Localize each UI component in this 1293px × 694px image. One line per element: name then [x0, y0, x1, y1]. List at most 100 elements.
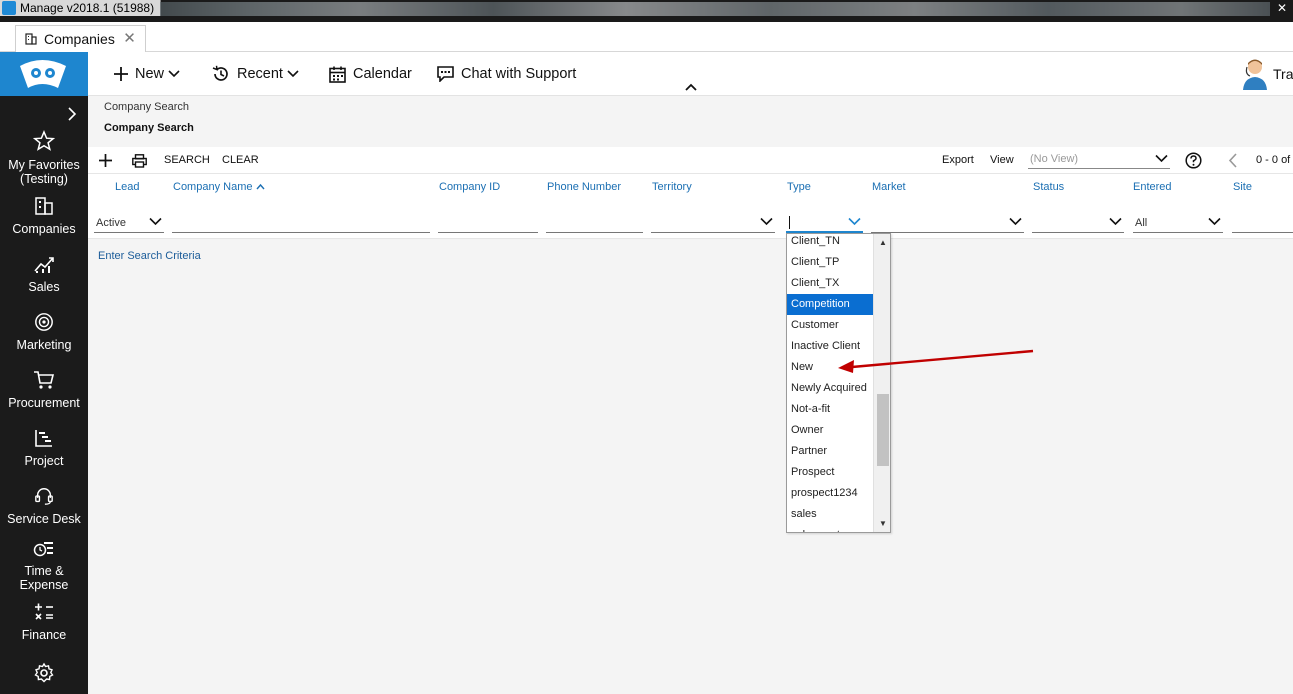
dropdown-option[interactable]: sales customer	[787, 525, 874, 532]
scroll-down-icon[interactable]: ▼	[879, 519, 887, 528]
clear-button[interactable]: CLEAR	[222, 147, 259, 174]
tab-close-icon[interactable]: ✕	[123, 26, 136, 52]
page-title: Company Search	[104, 122, 194, 134]
company-id-filter-input[interactable]	[438, 215, 538, 233]
sidebar-item-procurement[interactable]: Procurement	[0, 370, 88, 410]
market-filter-select[interactable]	[871, 215, 1024, 233]
column-site[interactable]: Site	[1233, 181, 1252, 193]
sidebar-item-finance[interactable]: Finance	[0, 602, 88, 642]
entered-filter-select[interactable]: All	[1133, 215, 1223, 233]
dropdown-option[interactable]: Competition	[787, 294, 874, 315]
sidebar-item-settings[interactable]	[0, 662, 88, 690]
column-market[interactable]: Market	[872, 181, 906, 193]
sidebar-item-label: Procurement	[8, 396, 80, 410]
scrollbar-thumb[interactable]	[877, 394, 889, 466]
window-close-icon[interactable]: ✕	[1277, 0, 1287, 16]
calendar-button[interactable]: Calendar	[329, 52, 412, 96]
column-lead[interactable]: Lead	[115, 181, 139, 193]
dropdown-scrollbar[interactable]: ▲ ▼	[873, 234, 890, 532]
chevron-up-icon[interactable]	[684, 80, 698, 94]
entered-filter-value: All	[1135, 217, 1148, 229]
export-button[interactable]: Export	[942, 147, 974, 174]
chat-support-button[interactable]: Chat with Support	[437, 52, 576, 96]
building-icon	[35, 197, 53, 215]
sidebar-item-label: Finance	[21, 628, 67, 642]
sidebar-item-label: Time & Expense	[19, 564, 69, 592]
sidebar-item-service-desk[interactable]: Service Desk	[0, 486, 88, 526]
search-button[interactable]: SEARCH	[164, 147, 210, 174]
breadcrumb-parent[interactable]: Company Search	[104, 101, 189, 113]
dropdown-option[interactable]: prospect1234	[787, 483, 874, 504]
sidebar-item-sales[interactable]: Sales	[0, 254, 88, 294]
lead-filter-value: Active	[96, 217, 126, 229]
target-icon	[35, 313, 53, 331]
print-icon[interactable]	[132, 154, 147, 168]
sort-ascending-icon	[256, 183, 265, 190]
add-icon[interactable]	[99, 154, 112, 167]
lead-filter-select[interactable]: Active	[94, 215, 164, 233]
dropdown-options: Client_TN Client_TP Client_TX Competition Cu…	[787, 234, 874, 532]
site-filter-input[interactable]	[1232, 215, 1293, 233]
dropdown-option[interactable]: Partner	[787, 441, 874, 462]
tab-label: Companies	[44, 31, 115, 47]
dropdown-option[interactable]: Not-a-fit	[787, 399, 874, 420]
window-title-text: Manage v2018.1 (51988)	[20, 1, 155, 15]
sidebar-item-marketing[interactable]: Marketing	[0, 312, 88, 352]
column-status[interactable]: Status	[1033, 181, 1064, 193]
column-label: Company Name	[173, 181, 253, 193]
recent-button[interactable]: Recent	[212, 52, 299, 96]
type-filter-select[interactable]	[786, 215, 863, 233]
column-entered[interactable]: Entered	[1133, 181, 1172, 193]
calendar-icon	[329, 66, 346, 83]
document-tab-strip: Companies ✕	[0, 22, 1293, 53]
scroll-up-icon[interactable]: ▲	[879, 238, 887, 247]
sidebar-item-label: Companies	[12, 222, 76, 236]
dropdown-option[interactable]: Client_TX	[787, 273, 874, 294]
chart-icon	[34, 257, 54, 273]
sidebar-item-companies[interactable]: Companies	[0, 196, 88, 236]
column-headers: Lead Company Name Company ID Phone Numbe…	[88, 174, 1293, 206]
user-menu[interactable]: Tra	[1233, 56, 1293, 92]
column-territory[interactable]: Territory	[652, 181, 692, 193]
sidebar-item-project[interactable]: Project	[0, 428, 88, 468]
type-dropdown-list[interactable]: Client_TN Client_TP Client_TX Competition Cu…	[786, 233, 891, 533]
dropdown-option[interactable]: Owner	[787, 420, 874, 441]
phone-number-filter-input[interactable]	[546, 215, 643, 233]
dropdown-option[interactable]: sales	[787, 504, 874, 525]
sidebar-item-label: Marketing	[16, 338, 72, 352]
avatar	[1243, 59, 1267, 90]
territory-filter-select[interactable]	[651, 215, 775, 233]
plus-icon	[114, 67, 128, 82]
cart-icon	[34, 371, 55, 389]
expand-chevron-icon[interactable]	[66, 107, 78, 121]
dropdown-option[interactable]: Newly Acquired	[787, 378, 874, 399]
company-name-filter-input[interactable]	[172, 215, 430, 233]
column-company-id[interactable]: Company ID	[439, 181, 500, 193]
search-toolbar: SEARCH CLEAR Export View (No View) 0 - 0…	[88, 147, 1293, 174]
tab-companies[interactable]: Companies ✕	[15, 25, 146, 53]
sidebar-item-label: Service Desk	[7, 512, 81, 526]
logo[interactable]	[0, 52, 88, 96]
status-filter-select[interactable]	[1032, 215, 1124, 233]
sidebar-item-favorites[interactable]: My Favorites (Testing)	[0, 130, 88, 186]
gantt-icon	[35, 430, 52, 447]
calculator-icon	[35, 603, 53, 620]
user-name: Tra	[1273, 66, 1293, 82]
view-label: View	[990, 154, 1014, 166]
column-phone-number[interactable]: Phone Number	[547, 181, 621, 193]
background-window-tabs	[160, 2, 1270, 16]
view-select[interactable]: (No View)	[1028, 151, 1170, 169]
column-company-name[interactable]: Company Name	[173, 181, 265, 193]
sidebar-item-time-expense[interactable]: Time & Expense	[0, 540, 88, 592]
filter-row: Active All	[88, 206, 1293, 239]
app-icon	[2, 1, 16, 15]
dropdown-option[interactable]: Prospect	[787, 462, 874, 483]
dropdown-option[interactable]: Client_TP	[787, 252, 874, 273]
dropdown-option[interactable]: Customer	[787, 315, 874, 336]
chevron-down-icon	[1009, 217, 1022, 226]
column-type[interactable]: Type	[787, 181, 811, 193]
dropdown-option[interactable]: Client_TN	[787, 234, 874, 252]
new-button[interactable]: New	[114, 52, 180, 96]
help-icon[interactable]	[1185, 152, 1202, 169]
previous-page-icon[interactable]	[1228, 153, 1238, 168]
